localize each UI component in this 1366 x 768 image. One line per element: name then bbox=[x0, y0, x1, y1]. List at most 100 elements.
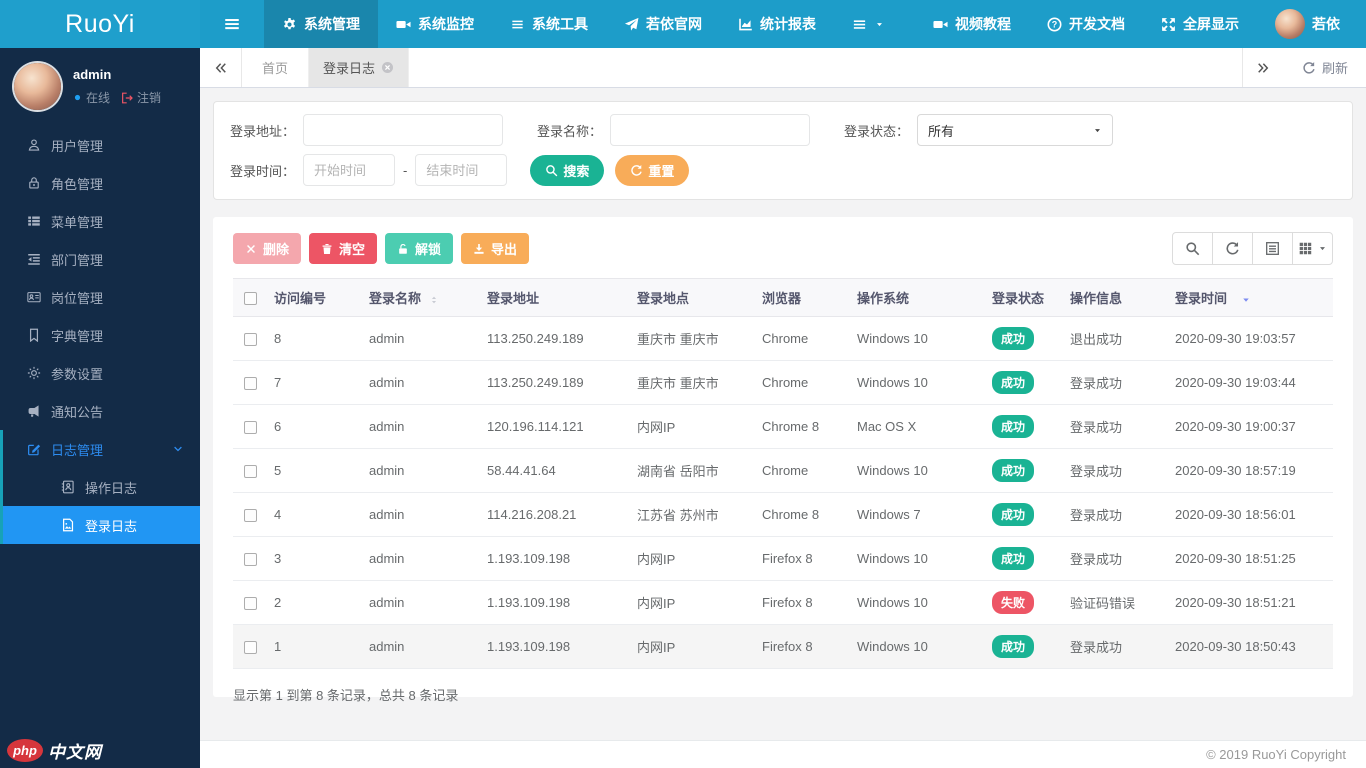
sidebar-item-menu-manage[interactable]: 菜单管理 bbox=[0, 202, 200, 240]
row-checkbox[interactable] bbox=[243, 509, 257, 523]
user-avatar[interactable] bbox=[14, 63, 61, 110]
sidebar-item-login-log[interactable]: 登录日志 bbox=[0, 506, 200, 544]
refresh-icon bbox=[1225, 241, 1240, 256]
column-header[interactable]: 访问编号 bbox=[267, 278, 362, 317]
sidebar-item-log-manage[interactable]: 日志管理 bbox=[0, 430, 200, 468]
sidebar-item-label: 角色管理 bbox=[51, 176, 104, 192]
row-checkbox[interactable] bbox=[243, 333, 257, 347]
tabs-scroll-right-button[interactable] bbox=[1241, 48, 1284, 87]
nav-item-fullscreen[interactable]: 全屏显示 bbox=[1146, 0, 1254, 48]
online-status: 在线 bbox=[86, 91, 111, 105]
row-checkbox[interactable] bbox=[243, 465, 257, 479]
watermark: php 中文网 bbox=[7, 738, 102, 763]
column-header[interactable]: 登录时间 bbox=[1168, 278, 1333, 317]
sidebar-item-operation-log[interactable]: 操作日志 bbox=[0, 468, 200, 506]
start-time-input[interactable] bbox=[303, 154, 396, 186]
cell-time: 2020-09-30 19:03:57 bbox=[1175, 331, 1296, 346]
row-checkbox[interactable] bbox=[243, 641, 257, 655]
sidebar-item-user-manage[interactable]: 用户管理 bbox=[0, 126, 200, 164]
logout-link[interactable]: 注销 bbox=[137, 89, 161, 106]
column-header[interactable]: 操作系统 bbox=[850, 278, 985, 317]
sidebar-item-dept-manage[interactable]: 部门管理 bbox=[0, 240, 200, 278]
bars-icon bbox=[852, 17, 867, 32]
table-row[interactable]: 2 admin 1.193.109.198 内网IP Firefox 8 Win… bbox=[233, 580, 1333, 625]
column-header[interactable]: 操作信息 bbox=[1063, 278, 1168, 317]
column-header[interactable]: 浏览器 bbox=[755, 278, 850, 317]
login-address-input[interactable] bbox=[303, 114, 504, 146]
tab-login-log[interactable]: 登录日志 bbox=[309, 48, 410, 87]
nav-item-video-tutorial[interactable]: 视频教程 bbox=[918, 0, 1026, 48]
nav-item-system-manage[interactable]: 系统管理 bbox=[264, 0, 378, 48]
send-icon bbox=[624, 17, 639, 32]
notice-icon bbox=[27, 404, 41, 418]
column-header[interactable]: 登录状态 bbox=[985, 278, 1063, 317]
table-row[interactable]: 4 admin 114.216.208.21 江苏省 苏州市 Chrome 8 … bbox=[233, 492, 1333, 537]
cell-time: 2020-09-30 18:57:19 bbox=[1168, 448, 1333, 493]
refresh-tab-button[interactable]: 刷新 bbox=[1284, 48, 1366, 87]
row-checkbox[interactable] bbox=[243, 553, 257, 567]
nav-item-stats-report[interactable]: 统计报表 bbox=[723, 0, 831, 48]
column-header[interactable]: 登录地址 bbox=[480, 278, 630, 317]
column-header[interactable]: 登录名称 bbox=[362, 278, 480, 317]
export-button[interactable]: 导出 bbox=[461, 233, 530, 264]
nav-label: 视频教程 bbox=[955, 16, 1011, 32]
nav-item-profile[interactable]: 若依 bbox=[1260, 0, 1355, 48]
nav-item-ruoyi-site[interactable]: 若依官网 bbox=[609, 0, 717, 48]
sidebar-item-label: 岗位管理 bbox=[51, 290, 104, 306]
delete-button[interactable]: 删除 bbox=[233, 233, 302, 264]
table-row[interactable]: 5 admin 58.44.41.64 湖南省 岳阳市 Chrome Windo… bbox=[233, 448, 1333, 493]
nav-item-dev-docs[interactable]: ? 开发文档 bbox=[1032, 0, 1140, 48]
sidebar-item-label: 字典管理 bbox=[51, 328, 104, 344]
search-icon bbox=[1185, 241, 1200, 256]
reset-button[interactable]: 重置 bbox=[615, 154, 690, 186]
sidebar-item-dict-manage[interactable]: 字典管理 bbox=[0, 316, 200, 354]
table-row[interactable]: 1 admin 1.193.109.198 内网IP Firefox 8 Win… bbox=[233, 624, 1333, 669]
caretdown-icon bbox=[875, 20, 884, 29]
row-checkbox[interactable] bbox=[243, 421, 257, 435]
close-icon[interactable] bbox=[381, 61, 394, 74]
tab-label: 登录日志 bbox=[323, 61, 376, 76]
table-detail-view-button[interactable] bbox=[1252, 232, 1293, 265]
search-button[interactable]: 搜索 bbox=[530, 154, 605, 186]
cell-message: 登录成功 bbox=[1063, 536, 1168, 581]
cell-id: 5 bbox=[267, 448, 362, 493]
end-time-input[interactable] bbox=[415, 154, 508, 186]
login-name-input[interactable] bbox=[610, 114, 811, 146]
sidebar-item-param-settings[interactable]: 参数设置 bbox=[0, 354, 200, 392]
select-all-checkbox[interactable] bbox=[243, 292, 257, 306]
cell-message: 登录成功 bbox=[1063, 404, 1168, 449]
cell-ip: 58.44.41.64 bbox=[480, 448, 630, 493]
sidebar-item-label: 登录日志 bbox=[85, 518, 138, 534]
sidebar-item-post-manage[interactable]: 岗位管理 bbox=[0, 278, 200, 316]
table-row[interactable]: 6 admin 120.196.114.121 内网IP Chrome 8 Ma… bbox=[233, 404, 1333, 449]
sidebar-item-notice[interactable]: 通知公告 bbox=[0, 392, 200, 430]
row-checkbox[interactable] bbox=[243, 377, 257, 391]
nav-item-system-monitor[interactable]: 系统监控 bbox=[381, 0, 489, 48]
cell-os: Windows 10 bbox=[850, 360, 985, 405]
table-row[interactable]: 7 admin 113.250.249.189 重庆市 重庆市 Chrome W… bbox=[233, 360, 1333, 405]
cell-browser: Firefox 8 bbox=[755, 580, 850, 625]
nav-item-system-tools[interactable]: 系统工具 bbox=[495, 0, 603, 48]
sidebar-toggle-button[interactable] bbox=[200, 0, 264, 48]
table-refresh-button[interactable] bbox=[1212, 232, 1253, 265]
cell-location: 内网IP bbox=[630, 580, 755, 625]
column-header[interactable]: 登录地点 bbox=[630, 278, 755, 317]
unlock-button[interactable]: 解锁 bbox=[385, 233, 454, 264]
tab-home[interactable]: 首页 bbox=[242, 48, 310, 87]
login-status-select[interactable]: 所有 bbox=[917, 114, 1114, 146]
trash-icon bbox=[321, 243, 333, 255]
table-row[interactable]: 3 admin 1.193.109.198 内网IP Firefox 8 Win… bbox=[233, 536, 1333, 581]
cell-location: 内网IP bbox=[630, 404, 755, 449]
table-search-toggle-button[interactable] bbox=[1172, 232, 1213, 265]
double-angle-left-icon bbox=[214, 61, 228, 75]
table-row[interactable]: 8 admin 113.250.249.189 重庆市 重庆市 Chrome W… bbox=[233, 317, 1333, 361]
cell-time: 2020-09-30 18:56:01 bbox=[1168, 492, 1333, 537]
tabs-scroll-left-button[interactable] bbox=[200, 48, 242, 87]
row-checkbox[interactable] bbox=[243, 597, 257, 611]
table-columns-button[interactable] bbox=[1292, 232, 1333, 265]
cell-name: admin bbox=[362, 448, 480, 493]
logout-icon bbox=[121, 92, 133, 104]
clear-button[interactable]: 清空 bbox=[309, 233, 378, 264]
nav-item-more-menu[interactable] bbox=[837, 0, 899, 48]
sidebar-item-role-manage[interactable]: 角色管理 bbox=[0, 164, 200, 202]
